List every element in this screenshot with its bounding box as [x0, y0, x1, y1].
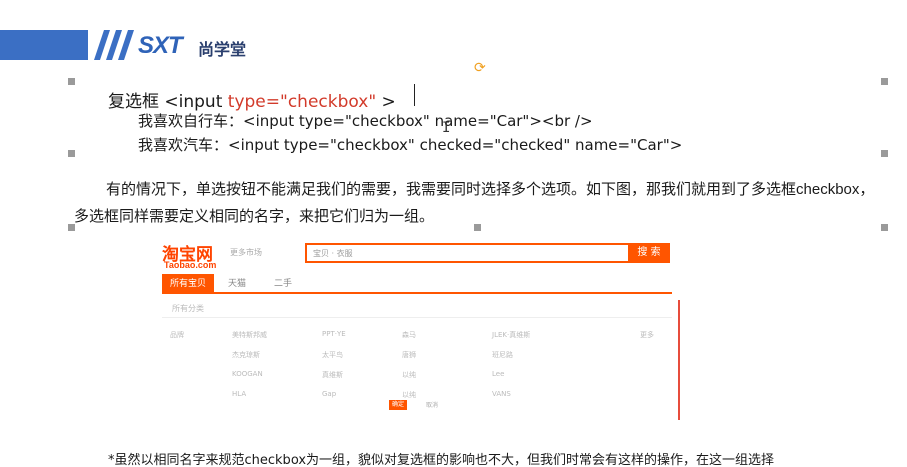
para-keyword: checkbox [796, 181, 860, 198]
taobao-cat: 美特斯邦威 [232, 331, 267, 339]
taobao-cat: 太平鸟 [322, 351, 343, 359]
taobao-search-text: 宝贝 · 衣服 [313, 249, 353, 258]
taobao-cat: 班尼路 [492, 351, 513, 359]
resize-handle-tr[interactable] [881, 78, 888, 85]
taobao-cat: HLA [232, 390, 247, 398]
code-line-bike: 我喜欢自行车：<input type="checkbox" name="Car"… [138, 112, 593, 130]
taobao-cat: KOOGAN [232, 370, 263, 378]
taobao-cat: PPT·YE [322, 330, 346, 338]
taobao-screenshot: 淘宝网 Taobao.com 更多市场 宝贝 · 衣服 搜 索 所有宝贝 天猫 … [160, 238, 685, 423]
header-banner: SXT 尚学堂 [0, 30, 907, 60]
taobao-filter-bar: 所有分类 [162, 300, 672, 318]
heading-attr: type="checkbox" [227, 92, 377, 112]
heading-prefix: 复选框 <input [108, 92, 228, 112]
taobao-cat: JLEK·真维斯 [492, 331, 531, 339]
taobao-tab-all: 所有宝贝 [162, 274, 215, 294]
taobao-cat: 森马 [402, 331, 416, 339]
taobao-ok-button: 确定 [389, 400, 407, 410]
bottom-note: *虽然以相同名字来规范checkbox为一组，貌似对复选框的影响也不大，但我们时… [108, 453, 775, 467]
taobao-market-switch: 更多市场 [230, 248, 262, 257]
taobao-logo-sub: Taobao.com [164, 260, 217, 270]
rotate-handle-icon[interactable]: ⟳ [474, 60, 486, 76]
taobao-cat: 品牌 [170, 331, 184, 339]
para-part-1: 有的情况下，单选按钮不能满足我们的需要，我需要同时选择多个选项。如下图，那我们就… [106, 180, 797, 198]
banner-stripes [94, 30, 134, 60]
taobao-search-box: 宝贝 · 衣服 [305, 243, 670, 263]
taobao-red-marker [678, 300, 680, 420]
taobao-tabs: 所有宝贝 天猫 二手 [162, 274, 672, 294]
taobao-cat: 真维斯 [322, 371, 343, 379]
taobao-cat: VANS [492, 390, 511, 398]
taobao-cat: 唐狮 [402, 351, 416, 359]
taobao-tab-used: 二手 [274, 279, 293, 289]
text-caret [414, 84, 415, 106]
resize-handle-ml[interactable] [68, 150, 75, 157]
taobao-cat: 以纯 [402, 391, 416, 399]
taobao-cancel-button: 取消 [426, 402, 439, 409]
sxt-logo: SXT [138, 32, 183, 59]
taobao-cat: 更多 [640, 331, 654, 339]
taobao-search-button: 搜 索 [628, 243, 670, 263]
code-line-car: 我喜欢汽车：<input type="checkbox" checked="ch… [138, 136, 683, 154]
brand-name: 尚学堂 [198, 40, 247, 59]
taobao-tab-tmall: 天猫 [228, 279, 247, 289]
resize-handle-mr[interactable] [881, 150, 888, 157]
explanation-paragraph: 有的情况下，单选按钮不能满足我们的需要，我需要同时选择多个选项。如下图，那我们就… [74, 176, 888, 229]
resize-handle-tl[interactable] [68, 78, 75, 85]
taobao-cat: Lee [492, 370, 505, 378]
taobao-cat: Gap [322, 390, 337, 398]
checkbox-heading: 复选框 <input type="checkbox" > [108, 87, 396, 112]
heading-suffix: > [376, 92, 396, 112]
taobao-cat: 杰克琼斯 [232, 351, 260, 359]
banner-color-bar [0, 30, 88, 60]
taobao-cat: 以纯 [402, 371, 416, 379]
